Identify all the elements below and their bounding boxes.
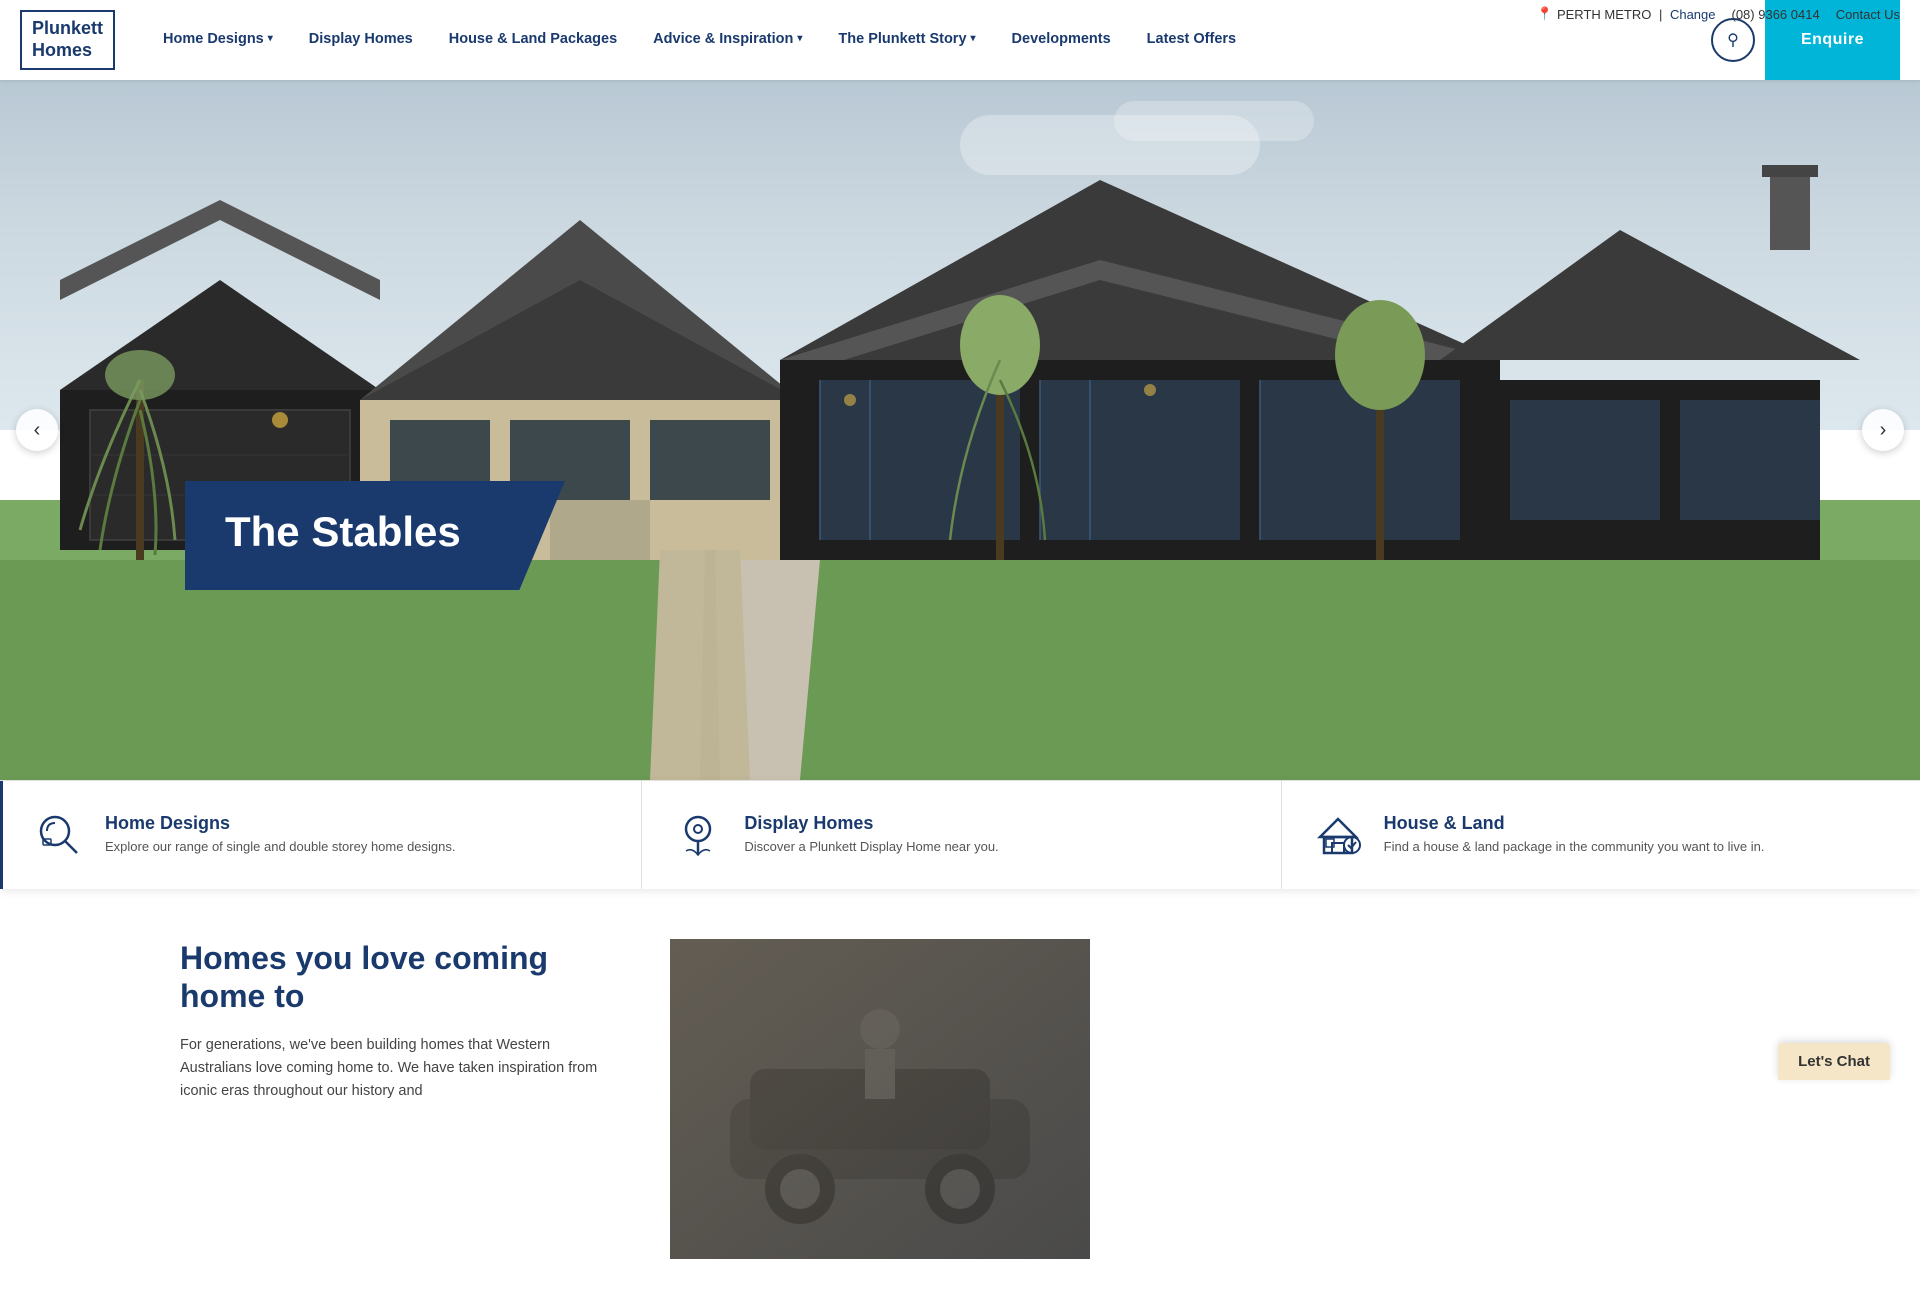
slider-next-button[interactable]: ›: [1862, 409, 1904, 451]
change-link[interactable]: Change: [1670, 7, 1716, 22]
chevron-down-icon: ▾: [268, 33, 273, 44]
top-bar: PERTH METRO | Change (08) 9366 0414 Cont…: [1517, 0, 1920, 28]
intro-image-inner: [670, 939, 1090, 1259]
quick-link-house-land[interactable]: House & Land Find a house & land package …: [1282, 781, 1920, 889]
chevron-down-icon: ▾: [797, 33, 802, 44]
nav-item-the-plunkett-story[interactable]: The Plunkett Story▾: [820, 0, 993, 80]
intro-section: Homes you love coming home to For genera…: [0, 889, 1920, 1309]
lets-chat-button[interactable]: Let's Chat: [1778, 1043, 1890, 1080]
nav-item-display-homes[interactable]: Display Homes: [291, 0, 431, 80]
logo-text: Plunkett Homes: [32, 18, 103, 61]
phone-number[interactable]: (08) 9366 0414: [1732, 7, 1820, 22]
quick-link-title-display-homes: Display Homes: [744, 813, 998, 834]
intro-text-block: Homes you love coming home to For genera…: [180, 939, 610, 1103]
nav-item-advice-and-inspiration[interactable]: Advice & Inspiration▾: [635, 0, 820, 80]
intro-image: [670, 939, 1090, 1259]
search-icon: ⚲: [1727, 30, 1739, 50]
quick-link-display-homes[interactable]: Display Homes Discover a Plunkett Display…: [642, 781, 1281, 889]
location-indicator: PERTH METRO | Change: [1537, 6, 1716, 22]
house-icon: [1312, 809, 1364, 861]
hero-title: The Stables: [225, 509, 515, 555]
quick-link-desc-display-homes: Discover a Plunkett Display Home near yo…: [744, 838, 998, 856]
intro-description: For generations, we've been building hom…: [180, 1034, 610, 1104]
search-icon: [33, 809, 85, 861]
contact-link[interactable]: Contact Us: [1836, 7, 1900, 22]
intro-heading: Homes you love coming home to: [180, 939, 610, 1016]
quick-link-title-house-land: House & Land: [1384, 813, 1765, 834]
site-logo[interactable]: Plunkett Homes: [20, 10, 115, 69]
quick-links-bar: Home Designs Explore our range of single …: [0, 780, 1920, 889]
house-illustration: [0, 80, 1920, 780]
nav-item-developments[interactable]: Developments: [994, 0, 1129, 80]
quick-link-title-home-designs: Home Designs: [105, 813, 456, 834]
pin-icon: [1537, 6, 1553, 22]
pin-icon: [672, 809, 724, 861]
quick-link-desc-house-land: Find a house & land package in the commu…: [1384, 838, 1765, 856]
main-nav: Home Designs▾Display HomesHouse & Land P…: [145, 0, 1755, 80]
hero-section: The Stables ‹ ›: [0, 80, 1920, 780]
quick-link-text-home-designs: Home Designs Explore our range of single …: [105, 813, 456, 856]
quick-link-text-display-homes: Display Homes Discover a Plunkett Display…: [744, 813, 998, 856]
nav-item-house-and-land-packages[interactable]: House & Land Packages: [431, 0, 635, 80]
quick-link-home-designs[interactable]: Home Designs Explore our range of single …: [0, 781, 642, 889]
chevron-down-icon: ▾: [971, 33, 976, 44]
location-text: PERTH METRO: [1557, 7, 1651, 22]
slider-prev-button[interactable]: ‹: [16, 409, 58, 451]
hero-caption: The Stables: [185, 481, 565, 590]
quick-link-text-house-land: House & Land Find a house & land package …: [1384, 813, 1765, 856]
nav-item-latest-offers[interactable]: Latest Offers: [1129, 0, 1254, 80]
nav-item-home-designs[interactable]: Home Designs▾: [145, 0, 291, 80]
quick-link-desc-home-designs: Explore our range of single and double s…: [105, 838, 456, 856]
